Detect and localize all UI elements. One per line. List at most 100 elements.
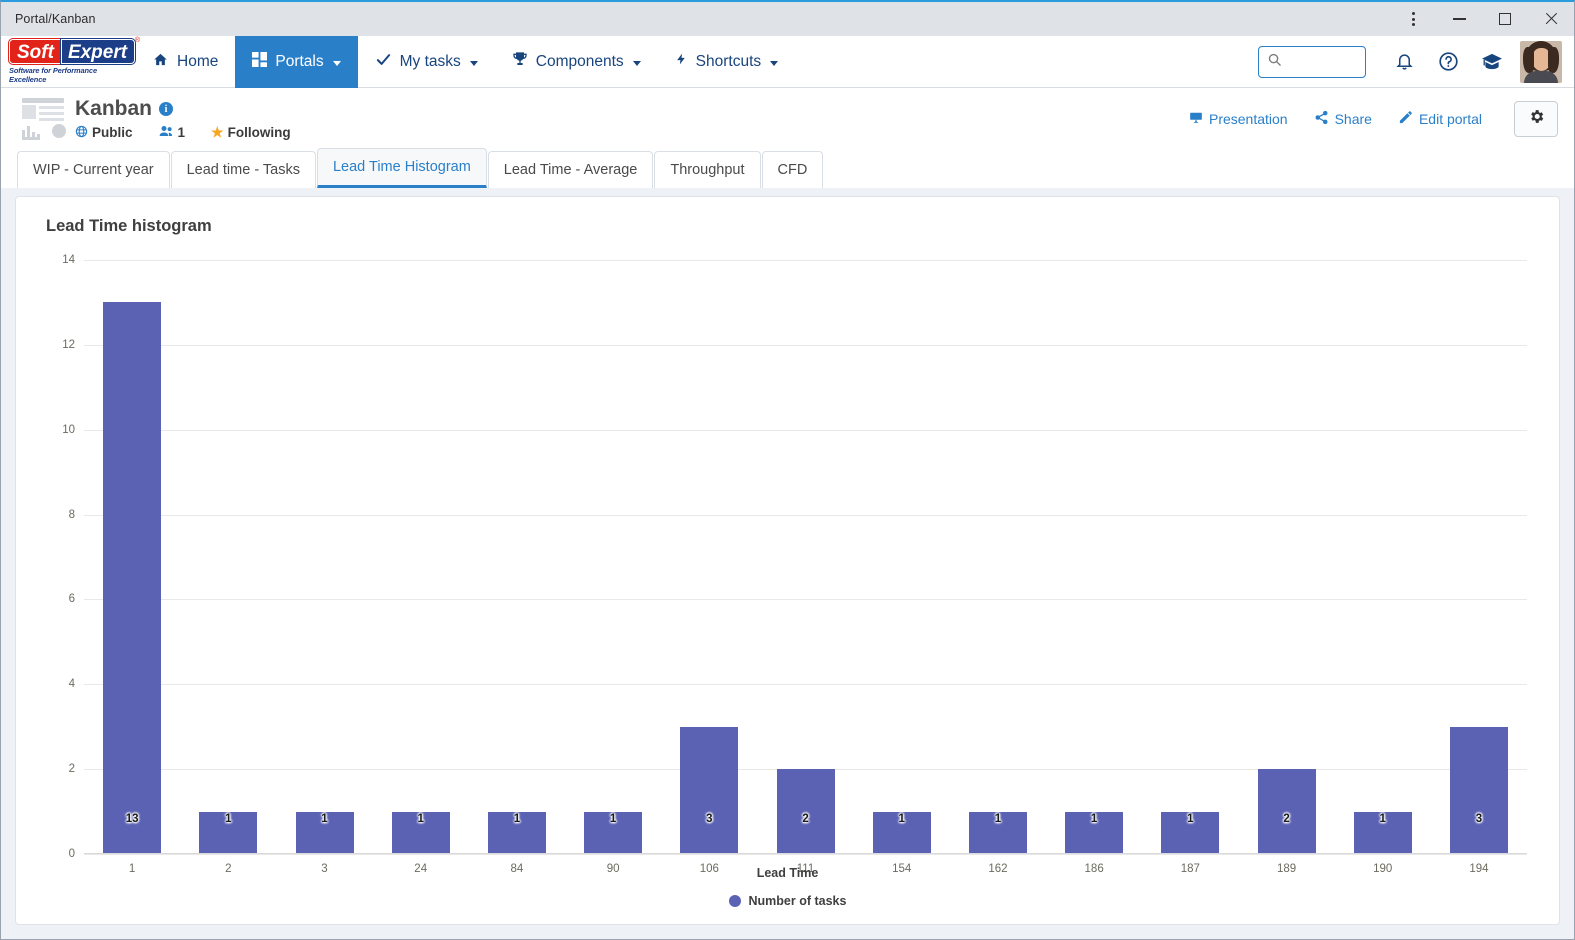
chart-y-tick-label: 4 [68, 678, 75, 691]
pencil-icon [1398, 110, 1413, 128]
chart-bar-group: 1 24 [373, 260, 469, 875]
share-icon [1314, 110, 1329, 128]
chart-y-tick-label: 0 [68, 848, 75, 860]
chart-y-tick-label: 10 [62, 423, 75, 436]
title-bar: Portal/Kanban [1, 2, 1574, 36]
chart-bar-value-label: 3 [706, 813, 713, 825]
bolt-icon [675, 51, 688, 72]
tab-label: Lead time - Tasks [186, 162, 300, 178]
chevron-down-icon-my-tasks [469, 60, 478, 66]
chart-card: Lead Time histogram 0 2 4 6 8 10 12 14 13 1 1 2 1 3 1… [15, 196, 1560, 925]
tab-lead-time-average[interactable]: Lead Time - Average [487, 151, 654, 188]
gear-icon [1528, 108, 1545, 130]
chart-legend: Number of tasks [32, 894, 1543, 908]
presentation-label: Presentation [1208, 111, 1288, 127]
info-icon[interactable]: i [159, 102, 174, 116]
tab-throughput[interactable]: Throughput [654, 151, 761, 188]
minimize-icon[interactable] [1436, 3, 1482, 36]
visibility-chip: Public [75, 125, 133, 141]
nav-item-portals[interactable]: Portals [235, 35, 358, 88]
nav-label-my-tasks: My tasks [399, 52, 461, 70]
presentation-button[interactable]: Presentation [1189, 111, 1288, 128]
share-label: Share [1334, 111, 1372, 127]
members-chip[interactable]: 1 [159, 125, 185, 140]
maximize-icon[interactable] [1482, 3, 1528, 36]
logo-text-soft: Soft [9, 39, 61, 64]
trophy-icon [512, 51, 528, 72]
top-navigation-bar: Soft Expert ® Software for Performance E… [1, 35, 1574, 88]
search-input[interactable] [1288, 54, 1360, 69]
chart-bar-group: 13 1 [84, 260, 180, 875]
softexpert-logo[interactable]: Soft Expert ® Software for Performance E… [9, 37, 140, 84]
chart-bar[interactable]: 1 [391, 811, 450, 854]
chart-bar[interactable]: 1 [584, 811, 643, 854]
close-icon[interactable] [1528, 3, 1574, 36]
chart-bar[interactable]: 3 [1449, 726, 1508, 854]
nav-item-components[interactable]: Components [495, 36, 658, 88]
more-options-icon[interactable] [1390, 3, 1436, 36]
chart-bar-value-label: 2 [802, 813, 809, 825]
tab-label: Lead Time - Average [503, 162, 638, 178]
chart-bar-value-label: 1 [898, 813, 905, 825]
chart-bar-value-label: 1 [1090, 813, 1098, 825]
portal-settings-button[interactable] [1514, 101, 1558, 137]
chart-y-tick-label: 2 [68, 763, 75, 776]
tab-cfd[interactable]: CFD [761, 151, 824, 188]
legend-label[interactable]: Number of tasks [749, 894, 847, 908]
chart-plot-area: 0 2 4 6 8 10 12 14 13 1 1 2 1 3 1 24 1 84 1 90 3 106 2 111 1 154… [62, 254, 1527, 875]
following-chip[interactable]: ★ Following [211, 124, 291, 141]
chart-bar-group: 3 194 [1431, 260, 1527, 875]
chart-bar[interactable]: 1 [872, 811, 931, 854]
tab-lead-time-tasks[interactable]: Lead time - Tasks [170, 151, 316, 188]
chart-bar-value-label: 1 [225, 813, 232, 825]
presentation-icon [1189, 111, 1203, 128]
chart-bar[interactable]: 1 [487, 811, 546, 854]
chart-y-tick-label: 12 [62, 338, 75, 351]
bell-icon[interactable] [1382, 40, 1426, 84]
nav-item-shortcuts[interactable]: Shortcuts [658, 36, 795, 88]
chart-bar-value-label: 1 [513, 813, 521, 825]
nav-item-my-tasks[interactable]: My tasks [358, 36, 495, 88]
logo-text-expert: Expert [60, 39, 136, 64]
chart-bar-group: 13 [276, 260, 372, 875]
chart-bar-group: 1 186 [1046, 260, 1142, 875]
chart-bar-value-label: 1 [1379, 813, 1386, 825]
chart-bar[interactable]: 3 [680, 726, 739, 854]
help-icon[interactable] [1426, 40, 1470, 84]
search-icon [1267, 52, 1282, 72]
nav-label-shortcuts: Shortcuts [695, 52, 762, 70]
chart-bar[interactable]: 13 [103, 302, 162, 854]
chart-bar-group: 1 162 [950, 260, 1046, 875]
chart-bar[interactable]: 1 [1065, 811, 1124, 854]
tab-label: Throughput [670, 162, 745, 178]
nav-item-home[interactable]: Home [135, 36, 235, 88]
chart-bar-group: 1 154 [854, 260, 950, 875]
chart-bar[interactable]: 1 [199, 811, 258, 854]
chart-bar[interactable]: 1 [295, 811, 354, 854]
search-box[interactable] [1258, 45, 1366, 78]
chart-bar-value-label: 1 [994, 813, 1002, 825]
window-title: Portal/Kanban [15, 12, 96, 26]
chart-bar[interactable]: 2 [1257, 769, 1316, 854]
edit-portal-button[interactable]: Edit portal [1398, 110, 1482, 128]
share-button[interactable]: Share [1314, 110, 1372, 128]
visibility-label: Public [92, 125, 133, 140]
chart-bar[interactable]: 1 [1353, 811, 1412, 854]
application-window: Portal/Kanban Soft Expert ® Software for… [0, 0, 1575, 940]
chart-bar[interactable]: 2 [776, 769, 835, 854]
chevron-down-icon-shortcuts [770, 60, 779, 66]
graduation-cap-icon[interactable] [1470, 40, 1514, 84]
tab-lead-time-histogram[interactable]: Lead Time Histogram [316, 148, 487, 188]
chart-gridline: 0 [69, 848, 1527, 860]
grid-icon [252, 51, 268, 72]
chart-bar-value-label: 3 [1475, 813, 1483, 825]
nav-label-home: Home [177, 52, 219, 70]
chart-bar[interactable]: 1 [968, 811, 1027, 854]
tab-label: WIP - Current year [33, 162, 154, 178]
user-avatar[interactable] [1520, 40, 1562, 83]
portal-title-block: Kanban i Public 1 ★ Following [75, 97, 291, 141]
tab-wip-current-year[interactable]: WIP - Current year [17, 151, 170, 188]
edit-portal-label: Edit portal [1418, 111, 1482, 127]
nav-label-components: Components [535, 52, 624, 70]
chart-bar[interactable]: 1 [1161, 811, 1220, 854]
